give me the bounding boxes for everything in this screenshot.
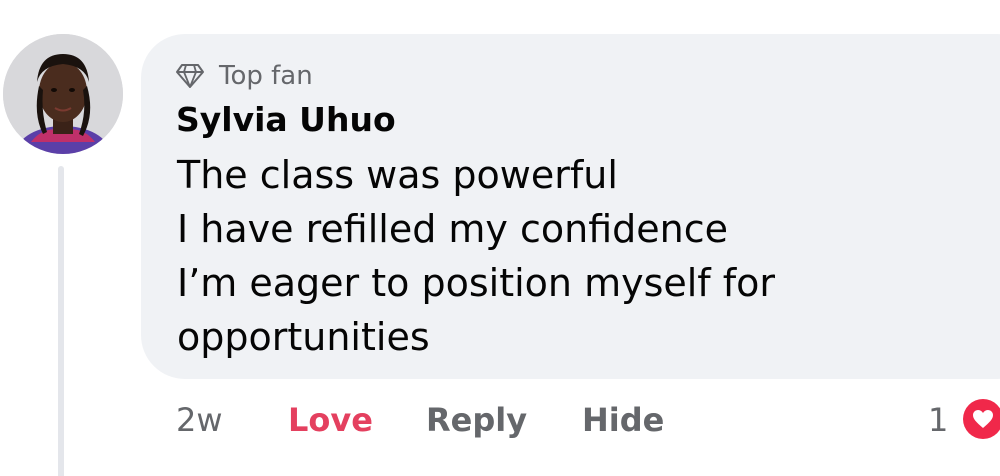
- comment-line: opportunities: [177, 315, 430, 359]
- love-button[interactable]: Love: [288, 398, 373, 442]
- avatar[interactable]: [3, 34, 123, 154]
- heart-reaction: [963, 399, 1000, 439]
- avatar-image: [3, 34, 123, 154]
- heart-icon: [973, 410, 993, 428]
- comment-line: I have refilled my confidence: [177, 207, 728, 251]
- badge-label: Top fan: [219, 61, 313, 91]
- comment: Top fan Sylvia Uhuo The class was powerf…: [0, 0, 1000, 476]
- hide-button[interactable]: Hide: [582, 398, 664, 442]
- comment-text: The class was powerful I have refilled m…: [177, 148, 937, 364]
- reaction-count[interactable]: 1: [928, 398, 948, 442]
- reply-button[interactable]: Reply: [426, 398, 527, 442]
- comment-line: The class was powerful: [177, 153, 618, 197]
- timestamp[interactable]: 2w: [176, 398, 223, 442]
- diamond-icon: [176, 64, 204, 88]
- author-name[interactable]: Sylvia Uhuo: [176, 100, 396, 140]
- comment-line: I’m eager to position myself for: [177, 261, 776, 305]
- reaction-badge[interactable]: [958, 394, 1000, 444]
- thread-line: [58, 166, 64, 476]
- top-fan-badge: Top fan: [175, 60, 313, 92]
